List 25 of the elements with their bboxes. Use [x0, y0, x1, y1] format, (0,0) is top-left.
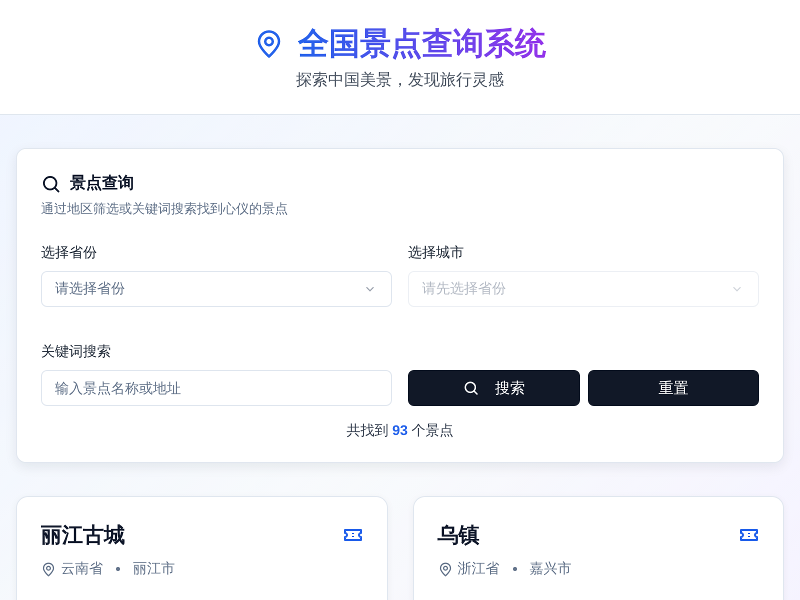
city-text: 嘉兴市: [530, 560, 572, 578]
search-icon: [462, 380, 479, 396]
province-text: 云南省: [61, 560, 103, 578]
field-label: 选择省份: [41, 244, 98, 262]
location-pin-icon: [438, 562, 452, 576]
city-text: 丽江市: [133, 560, 175, 578]
search-button[interactable]: 搜索: [408, 370, 580, 406]
spot-name: 乌镇: [438, 523, 480, 549]
panel-title: 景点查询: [70, 174, 134, 194]
ticket-icon: [739, 527, 759, 543]
province-text: 浙江省: [458, 560, 500, 578]
search-icon: [41, 174, 61, 194]
field-label: 选择城市: [408, 244, 465, 262]
province-select[interactable]: 请选择省份: [41, 271, 392, 307]
field-label: 关键词搜索: [41, 343, 112, 361]
location-pin-icon: [41, 562, 56, 576]
separator-dot: [116, 567, 120, 571]
spot-name: 丽江古城: [41, 523, 125, 549]
result-count: 共找到 93 个景点: [345, 422, 455, 440]
panel-description: 通过地区筛选或关键词搜索找到心仪的景点: [41, 200, 289, 218]
reset-button[interactable]: 重置: [588, 370, 759, 406]
ticket-icon: [342, 527, 362, 543]
app-subtitle: 探索中国美景，发现旅行灵感: [295, 70, 505, 91]
separator-dot: [512, 567, 516, 571]
keyword-input[interactable]: 输入景点名称或地址: [41, 370, 392, 406]
